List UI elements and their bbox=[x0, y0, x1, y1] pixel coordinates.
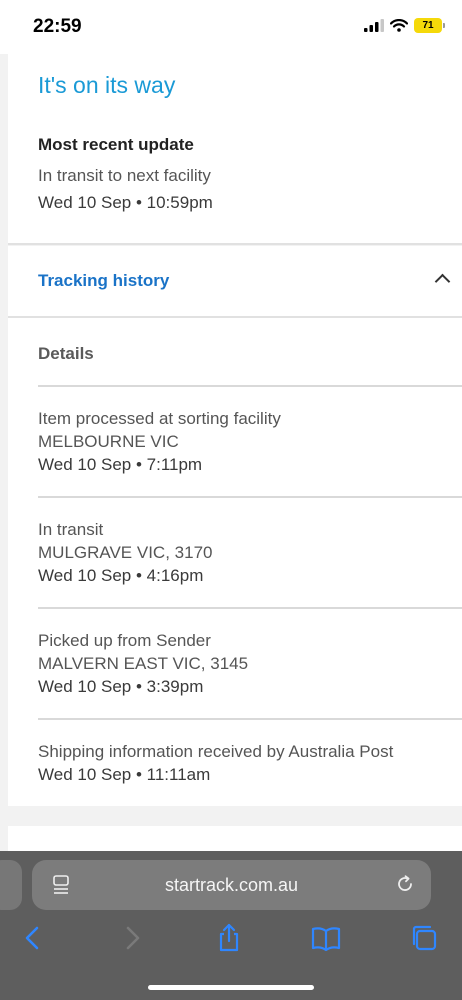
status-time: 22:59 bbox=[33, 16, 82, 37]
tabs-icon[interactable] bbox=[409, 923, 439, 953]
battery-icon: 71 bbox=[414, 18, 445, 33]
event-time: Wed 10 Sep • 4:16pm bbox=[38, 566, 204, 585]
recent-update-time: Wed 10 Sep • 10:59pm bbox=[38, 193, 213, 212]
back-icon[interactable] bbox=[18, 923, 48, 953]
event-location: MULGRAVE VIC, 3170 bbox=[38, 543, 213, 562]
browser-toolbar: startrack.com.au bbox=[0, 851, 462, 1000]
wifi-icon bbox=[390, 19, 408, 32]
tracking-event: Item processed at sorting facility MELBO… bbox=[38, 407, 458, 476]
share-icon[interactable] bbox=[214, 923, 244, 953]
tracking-event: Shipping information received by Austral… bbox=[38, 740, 458, 786]
section-divider bbox=[8, 243, 462, 245]
event-time: Wed 10 Sep • 7:11pm bbox=[38, 455, 203, 474]
home-indicator bbox=[148, 985, 314, 990]
tracking-event: In transit MULGRAVE VIC, 3170 Wed 10 Sep… bbox=[38, 518, 458, 587]
url-text[interactable]: startrack.com.au bbox=[32, 875, 431, 896]
recent-update-label: Most recent update bbox=[38, 135, 194, 154]
list-divider bbox=[38, 718, 462, 720]
bookmarks-icon[interactable] bbox=[311, 923, 341, 953]
event-description: Picked up from Sender bbox=[38, 631, 211, 650]
event-location: MELBOURNE VIC bbox=[38, 432, 179, 451]
tracking-event: Picked up from Sender MALVERN EAST VIC, … bbox=[38, 629, 458, 698]
reload-icon[interactable] bbox=[395, 874, 415, 894]
details-heading: Details bbox=[38, 344, 94, 363]
event-time: Wed 10 Sep • 3:39pm bbox=[38, 677, 204, 696]
forward-icon[interactable] bbox=[117, 923, 147, 953]
status-bar: 22:59 71 bbox=[0, 0, 462, 54]
shipment-headline: It's on its way bbox=[38, 72, 176, 98]
status-icons: 71 bbox=[364, 18, 445, 33]
tracking-history-title[interactable]: Tracking history bbox=[38, 271, 169, 291]
event-location: MALVERN EAST VIC, 3145 bbox=[38, 654, 249, 673]
event-description: Shipping information received by Austral… bbox=[38, 742, 394, 761]
shipment-status-card: It's on its way Most recent update In tr… bbox=[8, 54, 462, 244]
previous-tab-preview[interactable] bbox=[0, 860, 22, 910]
list-divider bbox=[38, 607, 462, 609]
battery-level: 71 bbox=[422, 20, 434, 31]
address-bar[interactable]: startrack.com.au bbox=[32, 860, 431, 910]
recent-update-status: In transit to next facility bbox=[38, 166, 211, 185]
list-divider bbox=[38, 385, 462, 387]
event-description: In transit bbox=[38, 520, 104, 539]
cellular-signal-icon bbox=[364, 19, 384, 32]
event-time: Wed 10 Sep • 11:11am bbox=[38, 765, 211, 784]
tracking-history-toggle[interactable]: Tracking history bbox=[8, 246, 462, 316]
list-divider bbox=[38, 496, 462, 498]
event-description: Item processed at sorting facility bbox=[38, 409, 281, 428]
tracking-history-list: Details Item processed at sorting facili… bbox=[8, 318, 462, 806]
